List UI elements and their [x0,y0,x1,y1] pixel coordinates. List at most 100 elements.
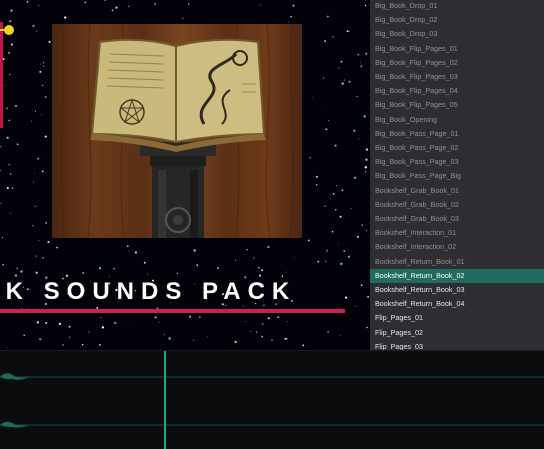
file-list-item[interactable]: Big_Book_Flip_Pages_04 [370,84,544,98]
red-accent-bar [0,22,3,128]
file-list-item[interactable]: Flip_Pages_02 [370,326,544,340]
star [347,255,351,258]
star [339,215,342,218]
star [100,317,102,319]
star [245,321,247,323]
file-list-item[interactable]: Big_Book_Pass_Page_Big [370,169,544,183]
star [15,104,17,107]
star [41,114,43,116]
star [9,20,12,23]
title-underline [0,309,345,313]
star [84,1,87,4]
star [361,224,364,226]
file-list-item[interactable]: Big_Book_Drop_02 [370,13,544,27]
file-list-item[interactable]: Bookshelf_Grab_Book_02 [370,198,544,212]
star [45,321,48,324]
star [285,271,287,273]
star [16,267,18,270]
star [367,295,370,298]
star [9,212,11,214]
file-list-item[interactable]: Flip_Pages_01 [370,311,544,325]
star [23,334,25,337]
star [327,15,329,18]
star [365,52,368,55]
file-list-item[interactable]: Flip_Pages_03 [370,340,544,350]
star [6,347,8,349]
star [334,144,337,147]
star [65,274,69,277]
file-list-item[interactable]: Bookshelf_Return_Book_02 [370,268,544,283]
file-list-item[interactable]: Big_Book_Pass_Page_02 [370,141,544,155]
file-list-item[interactable]: Big_Book_Drop_03 [370,27,544,41]
star [127,324,129,325]
star [81,343,84,346]
star [0,169,1,172]
open-book-icon [90,38,266,152]
star [98,267,102,270]
star [281,275,284,278]
file-list-item[interactable]: Bookshelf_Grab_Book_03 [370,212,544,226]
file-list-item[interactable]: Big_Book_Flip_Pages_02 [370,56,544,70]
star [128,5,130,7]
star [143,261,146,264]
star [341,82,344,85]
star [362,161,364,163]
star [350,208,352,209]
star [217,267,220,270]
open-book-on-pedestal [90,38,266,238]
pedestal-icon [140,142,216,238]
star [338,242,339,244]
star [325,128,328,131]
star [234,340,237,344]
star [68,325,71,328]
file-list-item[interactable]: Big_Book_Drop_01 [370,0,544,13]
star [324,40,326,42]
star [42,62,45,64]
playhead-marker-icon[interactable] [0,25,14,35]
file-list-item[interactable]: Big_Book_Opening [370,113,544,127]
star [356,95,358,98]
star [128,250,129,251]
star [290,15,292,18]
star [360,61,362,63]
file-list-item[interactable]: Bookshelf_Interaction_02 [370,240,544,254]
star [246,248,248,251]
star [35,271,38,274]
star [261,335,264,338]
star [277,316,280,319]
file-list-item[interactable]: Big_Book_Pass_Page_03 [370,155,544,169]
star [256,331,258,333]
star [32,25,35,28]
star [199,316,201,318]
star [9,73,11,75]
sound-file-list[interactable]: Big_Book_Drop_01 Big_Book_Drop_02 Big_Book… [370,0,544,350]
file-list-item[interactable]: Big_Book_Flip_Pages_05 [370,98,544,112]
timeline-playhead[interactable] [164,351,166,449]
star [4,85,6,87]
star [355,305,356,307]
star [109,276,110,278]
file-list-item[interactable]: Bookshelf_Interaction_01 [370,226,544,240]
star [45,96,47,98]
file-list-item[interactable]: Big_Book_Flip_Pages_01 [370,42,544,56]
file-list-item[interactable]: Bookshelf_Return_Book_04 [370,297,544,311]
audio-timeline[interactable] [0,350,544,449]
star [38,5,40,7]
star [115,6,118,9]
star [32,224,34,227]
file-list-item[interactable]: Bookshelf_Return_Book_01 [370,255,544,269]
star [346,30,349,33]
star [33,172,35,174]
star [182,17,184,19]
star [365,158,368,161]
file-list-item[interactable]: Bookshelf_Return_Book_03 [370,283,544,297]
star [20,270,23,273]
star [101,326,105,329]
star [322,77,324,79]
star [311,97,313,99]
star [258,266,260,269]
file-list-item[interactable]: Big_Book_Flip_Pages_03 [370,70,544,84]
file-list-item[interactable]: Bookshelf_Grab_Book_01 [370,184,544,198]
star [113,267,116,270]
file-list-item[interactable]: Big_Book_Pass_Page_01 [370,127,544,141]
